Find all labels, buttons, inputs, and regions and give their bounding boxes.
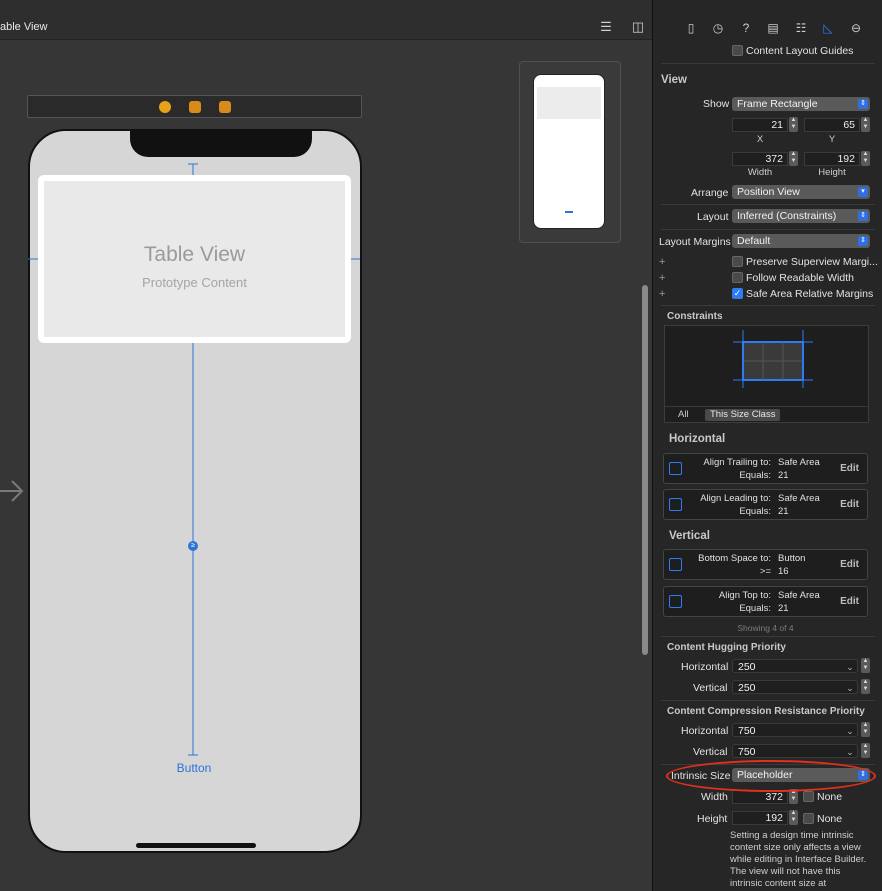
y-stepper[interactable]: ▲ ▼ <box>861 117 870 132</box>
x-stepper[interactable]: ▲ ▼ <box>789 117 798 132</box>
hugging-header: Content Hugging Priority <box>667 642 786 653</box>
compression-vertical-label: Vertical <box>693 746 728 758</box>
layout-label: Layout <box>697 211 729 223</box>
hugging-horizontal-stepper[interactable]: ▲ ▼ <box>861 658 870 673</box>
constraint-row[interactable]: Align Top to: Safe Area Equals: 21 Edit <box>663 586 868 617</box>
edit-button[interactable]: Edit <box>840 596 859 607</box>
thumbnail-screen <box>533 74 605 229</box>
width-field[interactable]: 372 <box>732 152 788 166</box>
intrinsic-width-label: Width <box>701 791 728 803</box>
height-field[interactable]: 192 <box>804 152 860 166</box>
constraints-diagram[interactable]: All This Size Class <box>664 325 869 423</box>
intrinsic-width-none-checkbox[interactable] <box>803 791 814 802</box>
showing-count: Showing 4 of 4 <box>737 623 794 633</box>
hugging-vertical-combo[interactable]: 250 ⌄ <box>732 680 858 694</box>
add-variation-icon[interactable]: + <box>659 256 665 268</box>
leading-constraint-icon <box>669 498 682 511</box>
x-field[interactable]: 21 <box>732 118 788 132</box>
constraints-tab-all[interactable]: All <box>673 409 694 421</box>
compression-vertical-combo[interactable]: 750 ⌄ <box>732 744 858 758</box>
horizontal-section-header: Horizontal <box>669 433 726 445</box>
thumbnail-button <box>565 211 573 213</box>
width-caption: Width <box>747 167 773 178</box>
storyboard-canvas[interactable]: able View ☰ ◫ ≥ Table View Prototype Con… <box>0 0 652 891</box>
size-inspector: ▯ ◷ ? ▤ ☷ ◺ ⊖ Content Layout Guides View… <box>652 0 882 891</box>
view-section-header: View <box>661 74 687 86</box>
edit-button[interactable]: Edit <box>840 463 859 474</box>
height-stepper[interactable]: ▲ ▼ <box>861 151 870 166</box>
intrinsic-height-label: Height <box>697 813 728 825</box>
table-view-title: Table View <box>143 243 246 266</box>
intrinsic-width-field[interactable]: 372 <box>732 790 788 804</box>
constraint-row[interactable]: Bottom Space to: Button >= 16 Edit <box>663 549 868 580</box>
constraints-preview <box>733 330 813 388</box>
button-element[interactable]: Button <box>166 761 222 775</box>
identity-inspector-icon[interactable]: ▤ <box>765 20 781 36</box>
add-variation-icon[interactable]: + <box>659 288 665 300</box>
constraints-section-header: Constraints <box>667 311 723 322</box>
follow-readable-width-checkbox[interactable] <box>732 272 743 283</box>
hugging-horizontal-combo[interactable]: 250 ⌄ <box>732 659 858 673</box>
compression-horizontal-stepper[interactable]: ▲ ▼ <box>861 722 870 737</box>
preserve-superview-margins-checkbox[interactable] <box>732 256 743 267</box>
scene-thumbnail[interactable] <box>519 61 621 243</box>
height-caption: Height <box>818 167 846 178</box>
constraint-badge[interactable]: ≥ <box>188 541 198 551</box>
y-field[interactable]: 65 <box>804 118 860 132</box>
intrinsic-size-help-text: Setting a design time intrinsic content … <box>730 830 867 889</box>
bottom-space-constraint-icon <box>669 558 682 571</box>
content-layout-guides-label: Content Layout Guides <box>746 45 854 57</box>
hugging-vertical-stepper[interactable]: ▲ ▼ <box>861 679 870 694</box>
follow-readable-width-label: Follow Readable Width <box>746 272 854 284</box>
intrinsic-height-stepper[interactable]: ▲ ▼ <box>789 810 798 825</box>
arrange-popup[interactable]: Position View ▾ <box>732 185 870 199</box>
layout-popup[interactable]: Inferred (Constraints) ⇕ <box>732 209 870 223</box>
safe-area-relative-margins-label: Safe Area Relative Margins <box>746 288 874 300</box>
history-inspector-icon[interactable]: ◷ <box>710 20 726 36</box>
constraint-row[interactable]: Align Leading to: Safe Area Equals: 21 E… <box>663 489 868 520</box>
show-popup[interactable]: Frame Rectangle ⇕ <box>732 97 870 111</box>
arrange-label: Arrange <box>691 187 729 199</box>
size-inspector-icon[interactable]: ◺ <box>820 20 836 36</box>
compression-vertical-stepper[interactable]: ▲ ▼ <box>861 743 870 758</box>
width-stepper[interactable]: ▲ ▼ <box>789 151 798 166</box>
hugging-horizontal-label: Horizontal <box>681 661 729 673</box>
safe-area-relative-margins-checkbox[interactable]: ✓ <box>732 288 743 299</box>
inspector-tabs: ▯ ◷ ? ▤ ☷ ◺ ⊖ <box>653 0 882 40</box>
layout-margins-label: Layout Margins <box>659 236 731 248</box>
edit-button[interactable]: Edit <box>840 559 859 570</box>
constraint-row[interactable]: Align Trailing to: Safe Area Equals: 21 … <box>663 453 868 484</box>
compression-header: Content Compression Resistance Priority <box>667 706 865 717</box>
intrinsic-height-none-checkbox[interactable] <box>803 813 814 824</box>
thumbnail-table <box>537 87 601 119</box>
intrinsic-width-none-label: None <box>817 791 843 803</box>
x-caption: X <box>756 134 764 145</box>
top-constraint-icon <box>669 595 682 608</box>
show-label: Show <box>703 98 730 110</box>
intrinsic-height-field[interactable]: 192 <box>732 811 788 825</box>
highlight-annotation <box>666 760 876 792</box>
connections-inspector-icon[interactable]: ⊖ <box>848 20 864 36</box>
attributes-inspector-icon[interactable]: ☷ <box>793 20 809 36</box>
content-layout-guides-checkbox[interactable] <box>732 45 743 56</box>
table-view[interactable]: Table View Prototype Content <box>38 175 351 343</box>
edit-button[interactable]: Edit <box>840 499 859 510</box>
trailing-constraint-icon <box>669 462 682 475</box>
constraints-tab-size-class[interactable]: This Size Class <box>705 409 781 421</box>
table-view-content: Table View Prototype Content <box>44 181 345 337</box>
intrinsic-height-none-label: None <box>817 813 843 825</box>
compression-horizontal-label: Horizontal <box>681 725 729 737</box>
quick-help-icon[interactable]: ? <box>738 20 754 36</box>
compression-horizontal-combo[interactable]: 750 ⌄ <box>732 723 858 737</box>
table-view-subtitle: Prototype Content <box>142 275 247 290</box>
add-variation-icon[interactable]: + <box>659 272 665 284</box>
vertical-section-header: Vertical <box>669 530 710 542</box>
preserve-superview-margins-label: Preserve Superview Margi... <box>746 256 878 268</box>
y-caption: Y <box>828 134 836 145</box>
file-inspector-icon[interactable]: ▯ <box>683 20 699 36</box>
hugging-vertical-label: Vertical <box>693 682 728 694</box>
layout-margins-popup[interactable]: Default ⇕ <box>732 234 870 248</box>
